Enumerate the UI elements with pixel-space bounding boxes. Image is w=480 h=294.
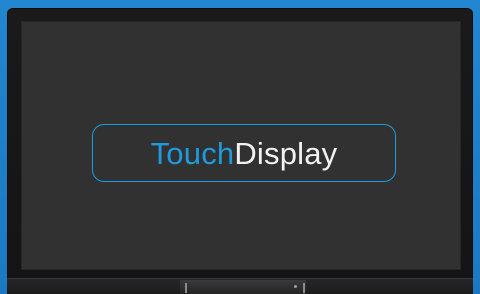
stage: TouchDisplay [0,0,480,294]
logo-display-text: Display [234,135,338,171]
power-indicator [294,285,297,288]
port-right [303,283,305,293]
logo-touch-text: Touch [150,135,235,171]
logo-frame: TouchDisplay [92,124,396,182]
logo-wordmark: TouchDisplay [151,138,338,169]
control-strip [180,280,306,294]
port-left [185,283,187,293]
